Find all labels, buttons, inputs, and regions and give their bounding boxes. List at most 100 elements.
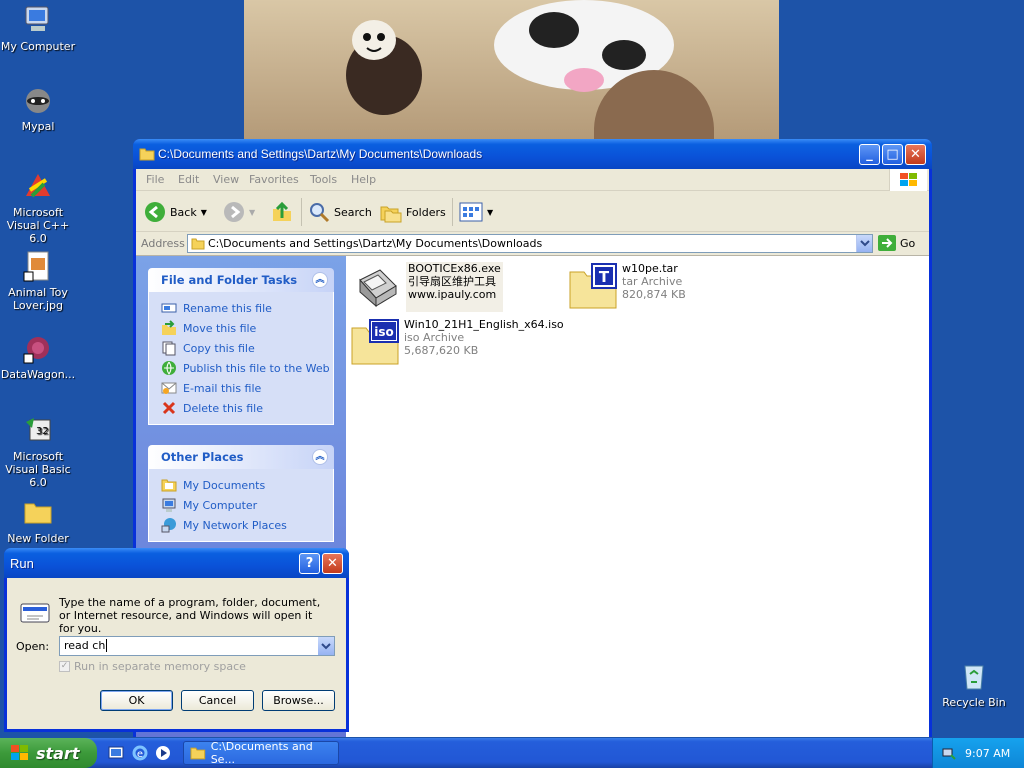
internet-explorer-icon[interactable]: e: [132, 745, 148, 761]
place-label: My Documents: [183, 478, 266, 492]
task-publish[interactable]: Publish this file to the Web: [161, 358, 333, 378]
up-folder-icon: [273, 201, 291, 221]
move-icon: [162, 320, 176, 335]
task-email[interactable]: E-mail this file: [161, 378, 333, 398]
svg-text:iso: iso: [374, 325, 394, 339]
folders-label: Folders: [406, 205, 446, 219]
place-my-computer[interactable]: My Computer: [161, 495, 333, 515]
svg-text:T: T: [599, 268, 610, 286]
file-item[interactable]: BOOTICEx86.exe 引导扇区维护工具 www.ipauly.com: [352, 262, 503, 312]
chevron-down-icon: ▼: [249, 207, 256, 217]
my-computer-icon: [162, 498, 176, 512]
menu-view[interactable]: View: [213, 173, 239, 186]
svg-text:32: 32: [36, 426, 49, 437]
task-copy[interactable]: Copy this file: [161, 338, 333, 358]
search-button[interactable]: Search: [308, 200, 372, 224]
task-label: Copy this file: [183, 341, 255, 355]
close-button[interactable]: ✕: [905, 144, 926, 165]
desktop-icon-label: DataWagon...: [0, 368, 76, 381]
desktop-icon-label: Microsoft Visual C++ 6.0: [6, 206, 70, 245]
start-button[interactable]: start: [0, 738, 97, 768]
separate-memory-checkbox: ✓ Run in separate memory space: [59, 660, 246, 673]
search-label: Search: [334, 205, 372, 219]
panel-header[interactable]: Other Places ︽: [148, 445, 334, 469]
file-type: iso Archive: [404, 331, 465, 344]
menu-edit[interactable]: Edit: [178, 173, 199, 186]
place-my-documents[interactable]: My Documents: [161, 475, 333, 495]
desktop-icon-my-computer[interactable]: My Computer: [0, 4, 78, 53]
folders-button[interactable]: Folders: [380, 200, 446, 224]
task-label: Rename this file: [183, 301, 272, 315]
run-dialog: Run ? ✕ Type the name of a program, fold…: [4, 548, 349, 732]
folder-icon: [139, 148, 155, 161]
cancel-button[interactable]: Cancel: [181, 690, 254, 711]
forward-button[interactable]: ▼: [223, 200, 255, 224]
desktop-icon-visual-basic[interactable]: 32 Microsoft Visual Basic 6.0: [0, 414, 78, 489]
go-button[interactable]: Go: [878, 235, 915, 251]
desktop-icon-recycle-bin[interactable]: Recycle Bin: [934, 660, 1014, 709]
help-button[interactable]: ?: [299, 553, 320, 574]
system-tray: 9:07 AM: [932, 738, 1024, 768]
file-type: tar Archive: [622, 275, 683, 288]
dialog-title: Run: [10, 556, 34, 571]
chevron-down-icon[interactable]: ▼: [201, 208, 207, 217]
explorer-titlebar[interactable]: C:\Documents and Settings\Dartz\My Docum…: [133, 139, 932, 169]
file-item[interactable]: T w10pe.tar tar Archive 820,874 KB: [568, 262, 686, 312]
panel-title: Other Places: [161, 450, 244, 464]
my-computer-icon: [25, 6, 49, 31]
views-button[interactable]: ▼: [459, 200, 493, 224]
desktop-icon-animal-toy[interactable]: Animal Toy Lover.jpg: [0, 250, 78, 312]
task-move[interactable]: Move this file: [161, 318, 333, 338]
desktop-icon-label: Mypal: [21, 120, 55, 133]
desktop-icon-new-folder[interactable]: New Folder: [0, 496, 78, 545]
task-label: E-mail this file: [183, 381, 262, 395]
recycle-bin-icon: [964, 665, 984, 690]
address-label: Address: [141, 237, 185, 250]
open-dropdown-button[interactable]: [318, 637, 334, 655]
menu-bar: File Edit View Favorites Tools Help: [136, 169, 929, 191]
file-item[interactable]: iso Win10_21H1_English_x64.iso iso Archi…: [350, 318, 564, 368]
iso-archive-icon: iso: [351, 319, 399, 365]
panel-header[interactable]: File and Folder Tasks ︽: [148, 268, 334, 292]
back-button[interactable]: Back ▼: [144, 200, 207, 224]
clock[interactable]: 9:07 AM: [965, 747, 1010, 760]
minimize-button[interactable]: _: [859, 144, 880, 165]
close-button[interactable]: ✕: [322, 553, 343, 574]
visual-basic-icon: 32: [26, 418, 51, 441]
desktop-icon-visual-cpp[interactable]: Microsoft Visual C++ 6.0: [0, 170, 78, 245]
task-delete[interactable]: Delete this file: [161, 398, 333, 418]
collapse-icon[interactable]: ︽: [312, 272, 328, 288]
show-desktop-icon[interactable]: [108, 745, 124, 761]
menu-tools[interactable]: Tools: [310, 173, 337, 186]
forward-arrow-icon: [224, 202, 244, 222]
maximize-button[interactable]: □: [882, 144, 903, 165]
folder-icon: [190, 747, 206, 760]
up-folder-button[interactable]: [271, 200, 293, 224]
task-rename[interactable]: Rename this file: [161, 298, 333, 318]
media-player-icon[interactable]: [155, 745, 171, 761]
run-titlebar[interactable]: Run ? ✕: [4, 548, 349, 578]
folder-icon: [191, 238, 205, 250]
place-my-network[interactable]: My Network Places: [161, 515, 333, 535]
taskbar-explorer-button[interactable]: C:\Documents and Se...: [183, 740, 339, 766]
menu-file[interactable]: File: [146, 173, 164, 186]
file-size: 820,874 KB: [622, 288, 686, 301]
collapse-icon[interactable]: ︽: [312, 449, 328, 465]
file-company: www.ipauly.com: [408, 288, 497, 301]
open-input[interactable]: read ch: [59, 636, 335, 656]
floppy-icon: [359, 269, 397, 308]
network-tray-icon[interactable]: [941, 745, 957, 761]
file-folder-tasks-panel: File and Folder Tasks ︽ Rename this file…: [148, 268, 334, 425]
desktop-icon-datawagon[interactable]: DataWagon...: [0, 332, 78, 381]
desktop-icon-mypal[interactable]: Mypal: [0, 84, 78, 133]
menu-help[interactable]: Help: [351, 173, 376, 186]
folder-icon: [24, 503, 52, 524]
file-list: BOOTICEx86.exe 引导扇区维护工具 www.ipauly.com T…: [348, 256, 929, 737]
other-places-panel: Other Places ︽ My Documents My Computer: [148, 445, 334, 542]
menu-favorites[interactable]: Favorites: [249, 173, 299, 186]
browse-button[interactable]: Browse...: [262, 690, 335, 711]
address-dropdown-button[interactable]: [856, 235, 872, 252]
address-input[interactable]: C:\Documents and Settings\Dartz\My Docum…: [187, 234, 873, 253]
checkbox-label: Run in separate memory space: [74, 660, 246, 673]
ok-button[interactable]: OK: [100, 690, 173, 711]
